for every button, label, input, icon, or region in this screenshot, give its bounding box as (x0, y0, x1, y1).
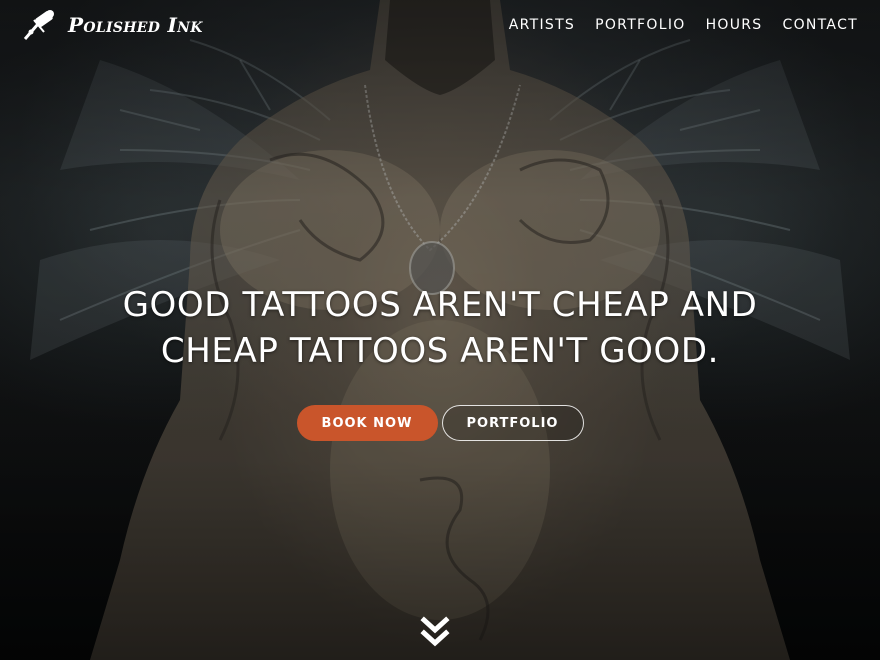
hero-section: Polished Ink ARTISTS PORTFOLIO HOURS CON… (0, 0, 880, 660)
nav-item-artists[interactable]: ARTISTS (509, 17, 575, 33)
hero-headline-line-1: GOOD TATTOOS AREN'T CHEAP AND (122, 285, 758, 325)
tattoo-machine-icon (23, 10, 54, 40)
hero-headline-line-2: CHEAP TATTOOS AREN'T GOOD. (160, 331, 720, 371)
nav-item-hours[interactable]: HOURS (706, 17, 763, 33)
brand-name: Polished Ink (68, 13, 203, 37)
hero-cta-group: BOOK NOW PORTFOLIO (0, 405, 880, 441)
top-navbar: Polished Ink ARTISTS PORTFOLIO HOURS CON… (0, 0, 880, 50)
nav-menu: ARTISTS PORTFOLIO HOURS CONTACT (509, 17, 858, 33)
double-chevron-down-icon[interactable] (420, 614, 450, 654)
nav-item-portfolio[interactable]: PORTFOLIO (595, 17, 685, 33)
nav-item-contact[interactable]: CONTACT (783, 17, 859, 33)
portfolio-button[interactable]: PORTFOLIO (441, 405, 584, 441)
hero-headline: GOOD TATTOOS AREN'T CHEAP AND CHEAP TATT… (0, 282, 880, 374)
brand-logo-link[interactable]: Polished Ink (22, 8, 203, 42)
book-now-button[interactable]: BOOK NOW (296, 405, 438, 441)
